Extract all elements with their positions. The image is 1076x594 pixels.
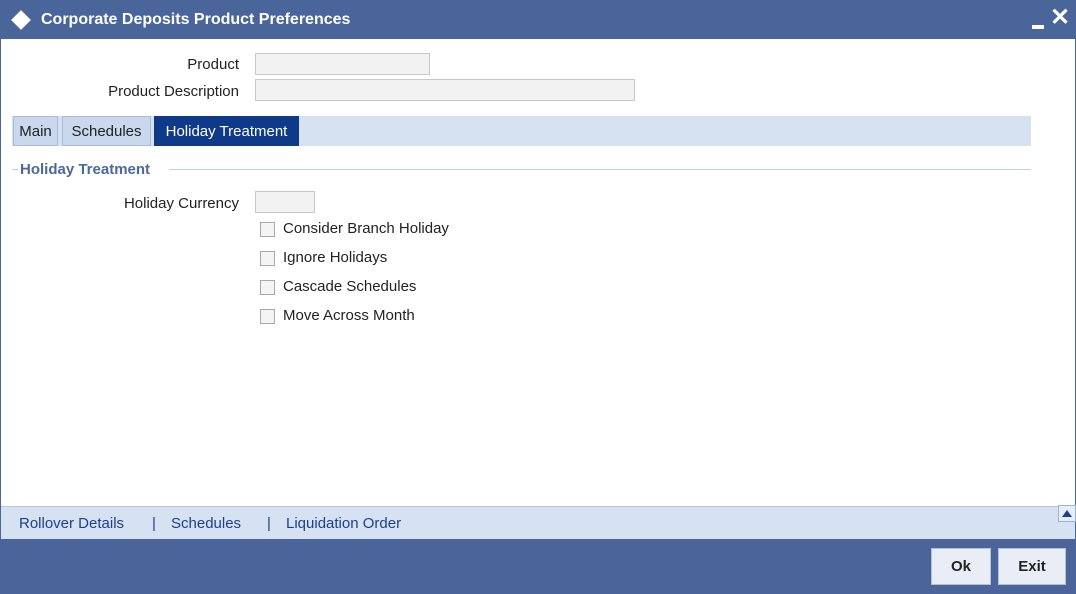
product-description-input[interactable] bbox=[255, 79, 635, 101]
fieldset-border-left bbox=[12, 169, 18, 170]
tab-strip: Main Schedules Holiday Treatment bbox=[12, 116, 1031, 146]
footer-bar bbox=[1, 539, 1075, 594]
exit-button[interactable]: Exit bbox=[998, 548, 1066, 585]
ignore-holidays-checkbox[interactable] bbox=[260, 251, 275, 266]
consider-branch-holiday-checkbox[interactable] bbox=[260, 222, 275, 237]
link-rollover-details[interactable]: Rollover Details bbox=[19, 515, 124, 532]
product-label: Product bbox=[187, 56, 239, 73]
holiday-currency-label: Holiday Currency bbox=[123, 195, 239, 212]
ignore-holidays-label: Ignore Holidays bbox=[283, 249, 388, 266]
fieldset-border bbox=[169, 169, 1031, 170]
holiday-currency-input[interactable] bbox=[255, 191, 315, 213]
title-bar[interactable]: Corporate Deposits Product Preferences ✕ bbox=[1, 1, 1075, 39]
product-description-label: Product Description bbox=[108, 83, 239, 100]
close-icon[interactable]: ✕ bbox=[1050, 6, 1070, 30]
link-liquidation-order[interactable]: Liquidation Order bbox=[286, 515, 401, 532]
minimize-icon[interactable] bbox=[1032, 25, 1044, 29]
tab-main[interactable]: Main bbox=[13, 116, 58, 146]
cascade-schedules-checkbox[interactable] bbox=[260, 280, 275, 295]
preferences-window: Corporate Deposits Product Preferences ✕… bbox=[0, 0, 1076, 594]
ok-button[interactable]: Ok bbox=[931, 548, 991, 585]
window-title: Corporate Deposits Product Preferences bbox=[41, 11, 351, 28]
move-across-month-label: Move Across Month bbox=[283, 307, 415, 324]
tab-schedules[interactable]: Schedules bbox=[62, 116, 151, 146]
tab-holiday-treatment[interactable]: Holiday Treatment bbox=[154, 116, 299, 146]
link-separator: | bbox=[152, 515, 156, 532]
scroll-up-icon[interactable] bbox=[1058, 505, 1076, 522]
link-schedules[interactable]: Schedules bbox=[171, 515, 241, 532]
consider-branch-holiday-label: Consider Branch Holiday bbox=[283, 220, 449, 237]
cascade-schedules-label: Cascade Schedules bbox=[283, 278, 417, 295]
link-separator: | bbox=[267, 515, 271, 532]
sub-screen-links-bar: Rollover Details | Schedules | Liquidati… bbox=[1, 506, 1075, 539]
product-input[interactable] bbox=[255, 53, 430, 75]
move-across-month-checkbox[interactable] bbox=[260, 309, 275, 324]
holiday-treatment-legend: Holiday Treatment bbox=[20, 161, 151, 178]
app-diamond-icon bbox=[11, 10, 31, 30]
